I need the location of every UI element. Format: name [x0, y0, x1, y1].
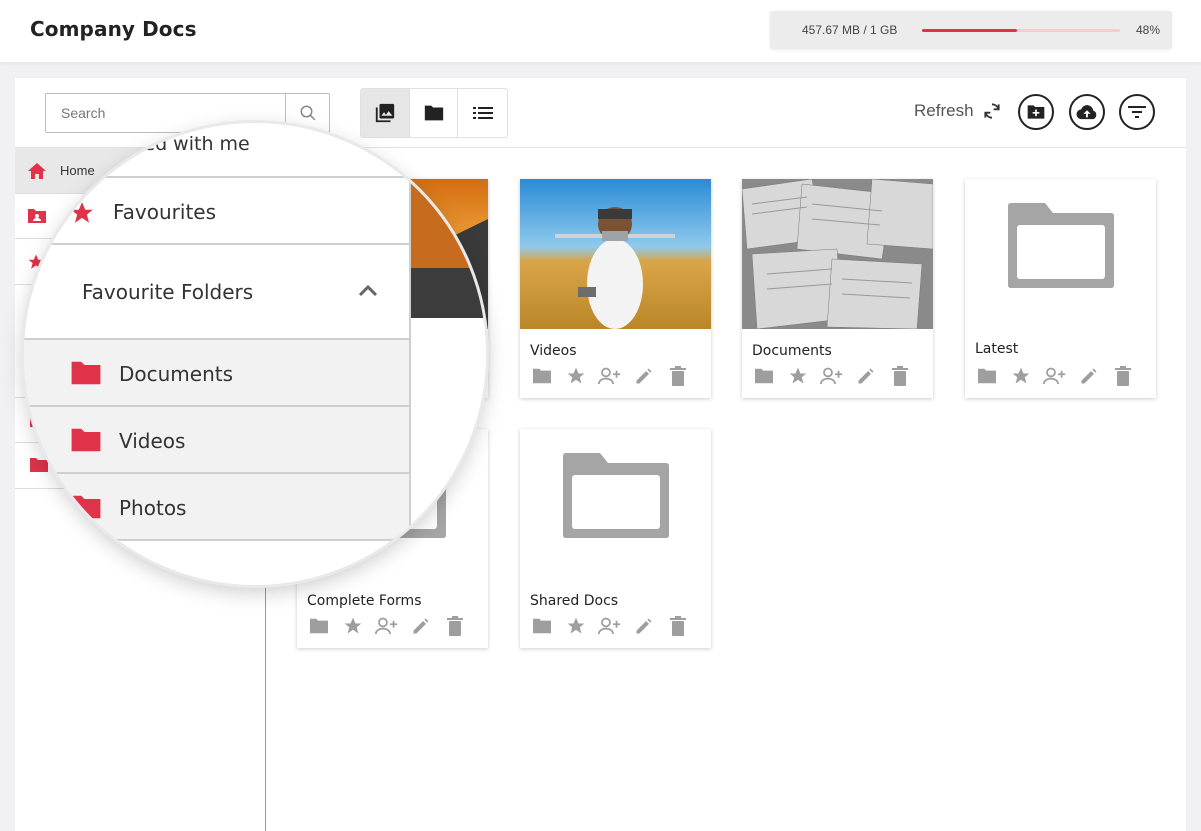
list-icon	[472, 107, 493, 119]
card-actions	[307, 615, 466, 637]
mag-folder-label: Videos	[119, 429, 186, 453]
refresh-icon	[983, 103, 1000, 119]
card-actions	[530, 365, 689, 387]
edit-icon[interactable]	[1077, 365, 1100, 387]
star-icon[interactable]	[1009, 365, 1032, 387]
search-icon	[300, 105, 315, 121]
mag-favourites-label: Favourites	[113, 200, 217, 224]
folder-large-icon	[563, 453, 669, 538]
star-icon	[71, 202, 93, 223]
share-user-icon[interactable]	[820, 365, 843, 387]
folder-plus-icon	[1027, 105, 1045, 119]
folder-icon	[71, 428, 101, 452]
storage-progress-fill	[922, 29, 1018, 32]
storage-percent: 48%	[1135, 23, 1160, 37]
header-bar: Company Docs 457.67 MB / 1 GB 48%	[0, 0, 1201, 62]
refresh-label: Refresh	[914, 101, 974, 120]
upload-button[interactable]	[1069, 94, 1105, 130]
app-title: Company Docs	[30, 17, 197, 41]
delete-icon[interactable]	[666, 365, 689, 387]
mag-row-favourites[interactable]: Favourites	[24, 178, 410, 245]
star-icon[interactable]	[564, 365, 587, 387]
move-folder-icon[interactable]	[752, 365, 775, 387]
magnifier-overlay: red with me Favourites Favourite Folders…	[24, 123, 486, 585]
card-name: Complete Forms	[307, 593, 422, 609]
card-name: Shared Docs	[530, 593, 619, 609]
share-user-icon[interactable]	[598, 615, 621, 637]
move-folder-icon[interactable]	[975, 365, 998, 387]
folder-card-latest[interactable]: Latest	[965, 179, 1156, 398]
delete-icon[interactable]	[1111, 365, 1134, 387]
mag-content-area	[411, 123, 486, 585]
folder-icon	[424, 105, 443, 121]
card-thumbnail	[742, 179, 933, 329]
folder-large-icon	[1008, 203, 1114, 288]
share-user-icon[interactable]	[375, 615, 398, 637]
mag-shared-label: red with me	[136, 133, 250, 155]
mag-row-favourite-folders[interactable]: Favourite Folders	[24, 245, 410, 340]
folder-icon	[71, 495, 101, 519]
star-icon[interactable]	[786, 365, 809, 387]
star-icon[interactable]	[564, 615, 587, 637]
mag-row-folder-videos[interactable]: Videos	[24, 407, 410, 474]
file-card-documents[interactable]: Documents	[742, 179, 933, 398]
star-icon[interactable]	[341, 615, 364, 637]
image-gallery-icon	[375, 103, 394, 123]
card-actions	[530, 615, 689, 637]
share-user-icon[interactable]	[1043, 365, 1066, 387]
storage-progress-bar	[922, 29, 1120, 32]
delete-icon[interactable]	[888, 365, 911, 387]
card-actions	[975, 365, 1134, 387]
storage-text: 457.67 MB / 1 GB	[802, 23, 898, 37]
mag-row-folder-photos[interactable]: Photos	[24, 474, 410, 541]
edit-icon[interactable]	[409, 615, 432, 637]
move-folder-icon[interactable]	[530, 365, 553, 387]
cloud-upload-icon	[1076, 105, 1097, 120]
delete-icon[interactable]	[443, 615, 466, 637]
card-actions	[752, 365, 911, 387]
move-folder-icon[interactable]	[307, 615, 330, 637]
filter-icon	[1128, 106, 1146, 118]
mag-favourite-folders-label: Favourite Folders	[82, 280, 254, 304]
chevron-up-icon[interactable]	[358, 283, 378, 297]
card-name: Latest	[975, 341, 1019, 357]
mag-folder-label: Photos	[119, 496, 187, 520]
card-name: Videos	[530, 343, 577, 359]
card-thumbnail	[520, 179, 711, 329]
mag-row-folder-documents[interactable]: Documents	[24, 340, 410, 407]
edit-icon[interactable]	[632, 365, 655, 387]
file-card-videos[interactable]: Videos	[520, 179, 711, 398]
card-name: Documents	[752, 343, 832, 359]
delete-icon[interactable]	[666, 615, 689, 637]
edit-icon[interactable]	[854, 365, 877, 387]
folder-card-shared-docs[interactable]: Shared Docs	[520, 429, 711, 648]
mag-folder-label: Documents	[119, 362, 234, 386]
edit-icon[interactable]	[632, 615, 655, 637]
move-folder-icon[interactable]	[530, 615, 553, 637]
refresh-button[interactable]: Refresh	[914, 101, 1002, 121]
folder-icon	[71, 361, 101, 385]
new-folder-button[interactable]	[1018, 94, 1054, 130]
storage-usage: 457.67 MB / 1 GB 48%	[770, 11, 1172, 49]
filter-button[interactable]	[1119, 94, 1155, 130]
mag-row-shared[interactable]: red with me	[24, 123, 410, 178]
share-user-icon[interactable]	[598, 365, 621, 387]
